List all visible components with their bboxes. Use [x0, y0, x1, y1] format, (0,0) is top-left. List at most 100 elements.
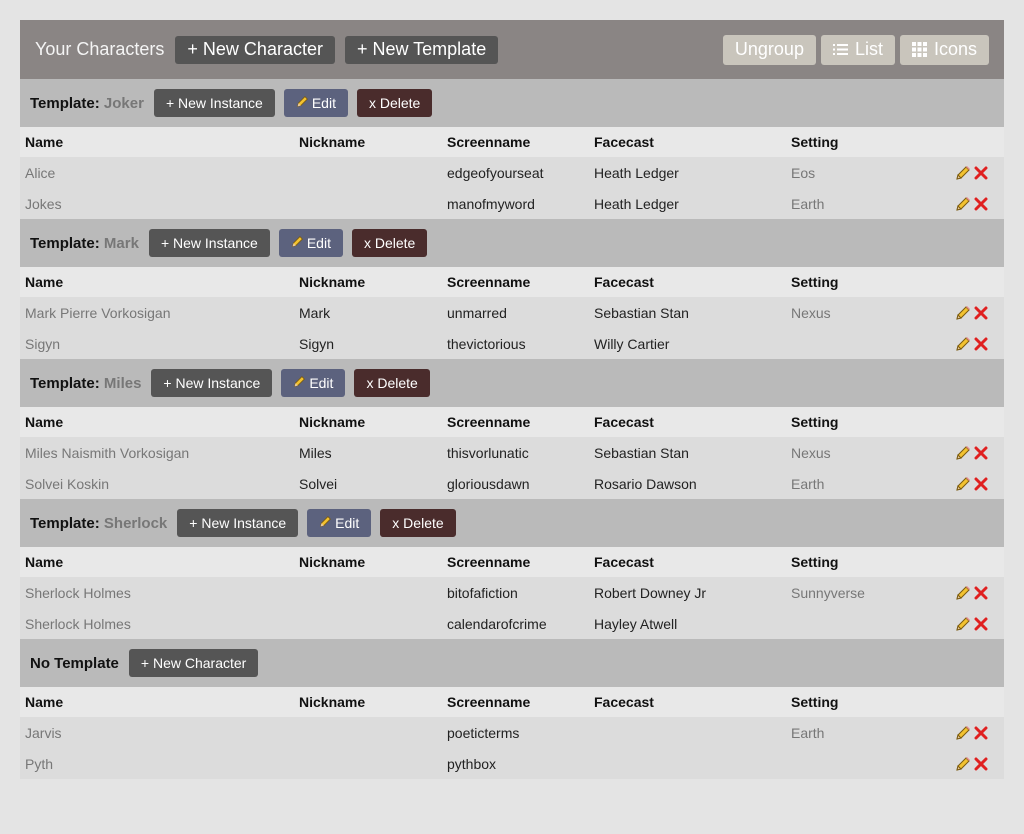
- delete-template-button[interactable]: x Delete: [351, 229, 428, 257]
- new-instance-button[interactable]: + New Instance: [151, 369, 273, 397]
- cell-setting: [786, 328, 946, 359]
- icons-view-button[interactable]: Icons: [899, 34, 989, 65]
- cell-name[interactable]: Jarvis: [20, 717, 294, 748]
- pencil-icon[interactable]: [954, 305, 972, 321]
- no-template-label: No Template: [30, 654, 119, 672]
- cell-facecast: [589, 717, 786, 748]
- column-header-name: Name: [20, 267, 294, 297]
- pencil-icon[interactable]: [954, 476, 972, 492]
- cell-screenname: poeticterms: [447, 724, 520, 741]
- red-x-icon[interactable]: [972, 196, 990, 212]
- pencil-icon[interactable]: [954, 725, 972, 741]
- column-header-nickname: Nickname: [294, 547, 442, 577]
- edit-template-button[interactable]: Edit: [283, 89, 348, 117]
- cell-name[interactable]: Sherlock Holmes: [20, 577, 294, 608]
- edit-template-button[interactable]: Edit: [278, 229, 343, 257]
- cell-name[interactable]: Sherlock Holmes: [20, 608, 294, 639]
- template-prefix: Template:: [30, 514, 100, 532]
- cell-nickname: [294, 608, 442, 639]
- cell-nickname: [294, 188, 442, 219]
- delete-template-button[interactable]: x Delete: [380, 509, 456, 537]
- column-header-nickname: Nickname: [294, 407, 442, 437]
- cell-facecast: Willy Cartier: [594, 335, 670, 352]
- new-instance-button[interactable]: + New Instance: [177, 509, 299, 537]
- cell-name[interactable]: Mark Pierre Vorkosigan: [20, 297, 294, 328]
- list-view-button[interactable]: List: [820, 34, 895, 65]
- template-label: Template: Joker: [30, 95, 144, 112]
- edit-label: Edit: [306, 235, 331, 251]
- cell-screenname: calendarofcrime: [447, 615, 547, 632]
- cell-name[interactable]: Pyth: [20, 748, 294, 779]
- new-template-button[interactable]: + New Template: [344, 35, 499, 64]
- red-x-icon[interactable]: [972, 725, 990, 741]
- edit-template-button[interactable]: Edit: [281, 369, 346, 397]
- column-header-facecast: Facecast: [589, 687, 786, 717]
- template-header: Template: Mark + New Instance Edit x Delete: [20, 219, 1004, 267]
- ungroup-label: Ungroup: [734, 39, 804, 59]
- column-header-actions: [946, 547, 1004, 577]
- cell-name[interactable]: Miles Naismith Vorkosigan: [20, 437, 294, 468]
- table-header-row: Name Nickname Screenname Facecast Setting: [20, 407, 1004, 437]
- delete-template-button[interactable]: x Delete: [356, 89, 433, 117]
- cell-name[interactable]: Solvei Koskin: [20, 468, 294, 499]
- pencil-icon[interactable]: [954, 585, 972, 601]
- table-row: Sherlock Holmes bitofafiction Robert Downe…: [20, 577, 1004, 608]
- template-label: Template: Sherlock: [30, 515, 167, 532]
- cell-facecast: Sebastian Stan: [594, 444, 689, 461]
- row-actions: [946, 748, 1004, 779]
- red-x-icon[interactable]: [972, 756, 990, 772]
- new-instance-button[interactable]: + New Instance: [148, 229, 270, 257]
- cell-facecast: Heath Ledger: [594, 164, 679, 181]
- new-character-button[interactable]: + New Character: [175, 35, 335, 64]
- column-header-actions: [946, 267, 1004, 297]
- column-header-facecast: Facecast: [589, 407, 786, 437]
- table-header-row: Name Nickname Screenname Facecast Setting: [20, 547, 1004, 577]
- delete-template-button[interactable]: x Delete: [354, 369, 430, 397]
- pencil-icon[interactable]: [954, 336, 972, 352]
- cell-name[interactable]: Alice: [20, 157, 294, 188]
- no-template-header: No Template + New Character: [20, 639, 1004, 687]
- red-x-icon[interactable]: [972, 476, 990, 492]
- ungroup-button[interactable]: Ungroup: [722, 34, 816, 65]
- table-row: Alice edgeofyourseat Heath Ledger Eos: [20, 157, 1004, 188]
- edit-template-button[interactable]: Edit: [307, 509, 372, 537]
- pencil-icon: [291, 235, 304, 251]
- template-name: Mark: [103, 234, 139, 252]
- cell-name[interactable]: Jokes: [20, 188, 294, 219]
- cell-screenname: bitofafiction: [447, 584, 518, 601]
- template-name: Sherlock: [103, 514, 168, 532]
- cell-name[interactable]: Sigyn: [20, 328, 294, 359]
- table-row: Solvei Koskin Solvei gloriousdawn Rosario D…: [20, 468, 1004, 499]
- cell-screenname: unmarred: [447, 304, 507, 321]
- cell-screenname: edgeofyourseat: [447, 164, 544, 181]
- row-actions: [946, 437, 1004, 468]
- new-character-button[interactable]: + New Character: [128, 649, 259, 677]
- pencil-icon[interactable]: [954, 445, 972, 461]
- characters-table: Name Nickname Screenname Facecast Setting She…: [20, 547, 1004, 639]
- pencil-icon[interactable]: [954, 165, 972, 181]
- red-x-icon[interactable]: [972, 445, 990, 461]
- column-header-nickname: Nickname: [294, 127, 442, 157]
- template-header: Template: Miles + New Instance Edit x Delet…: [20, 359, 1004, 407]
- red-x-icon[interactable]: [972, 616, 990, 632]
- pencil-icon[interactable]: [954, 196, 972, 212]
- template-name: Miles: [103, 374, 142, 392]
- column-header-screenname: Screenname: [442, 547, 589, 577]
- column-header-nickname: Nickname: [294, 267, 442, 297]
- column-header-name: Name: [20, 547, 294, 577]
- column-header-actions: [946, 407, 1004, 437]
- column-header-screenname: Screenname: [442, 267, 589, 297]
- cell-nickname: [294, 157, 442, 188]
- column-header-facecast: Facecast: [589, 547, 786, 577]
- red-x-icon[interactable]: [972, 165, 990, 181]
- new-instance-button[interactable]: + New Instance: [153, 89, 275, 117]
- pencil-icon[interactable]: [954, 756, 972, 772]
- template-prefix: Template:: [30, 234, 100, 252]
- pencil-icon[interactable]: [954, 616, 972, 632]
- red-x-icon[interactable]: [972, 585, 990, 601]
- red-x-icon[interactable]: [972, 305, 990, 321]
- red-x-icon[interactable]: [972, 336, 990, 352]
- row-actions: [946, 157, 1004, 188]
- cell-nickname: [294, 717, 442, 748]
- template-name: Joker: [103, 94, 144, 112]
